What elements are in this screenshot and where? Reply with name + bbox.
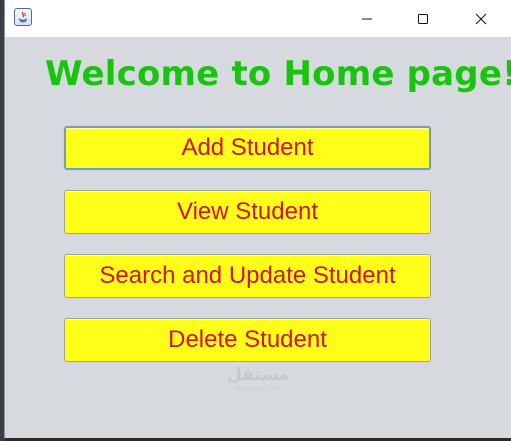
java-app-icon xyxy=(14,8,32,26)
add-student-button[interactable]: Add Student xyxy=(64,126,431,170)
watermark-logo: مستقل xyxy=(227,365,290,385)
minimize-button[interactable] xyxy=(344,0,390,37)
view-student-button[interactable]: View Student xyxy=(64,190,431,234)
close-icon xyxy=(475,13,487,24)
page-title: Welcome to Home page! xyxy=(45,54,511,94)
maximize-icon xyxy=(418,13,428,24)
minimize-icon xyxy=(362,18,372,19)
search-update-student-button[interactable]: Search and Update Student xyxy=(64,254,431,298)
desktop-stage: Welcome to Home page! Add Student View S… xyxy=(0,0,511,441)
close-button[interactable] xyxy=(458,0,504,37)
watermark-url: mostaql.com xyxy=(235,385,281,393)
delete-student-button[interactable]: Delete Student xyxy=(64,318,431,362)
window-titlebar[interactable] xyxy=(5,0,511,37)
home-window: Welcome to Home page! Add Student View S… xyxy=(4,0,511,438)
maximize-button[interactable] xyxy=(400,0,446,37)
